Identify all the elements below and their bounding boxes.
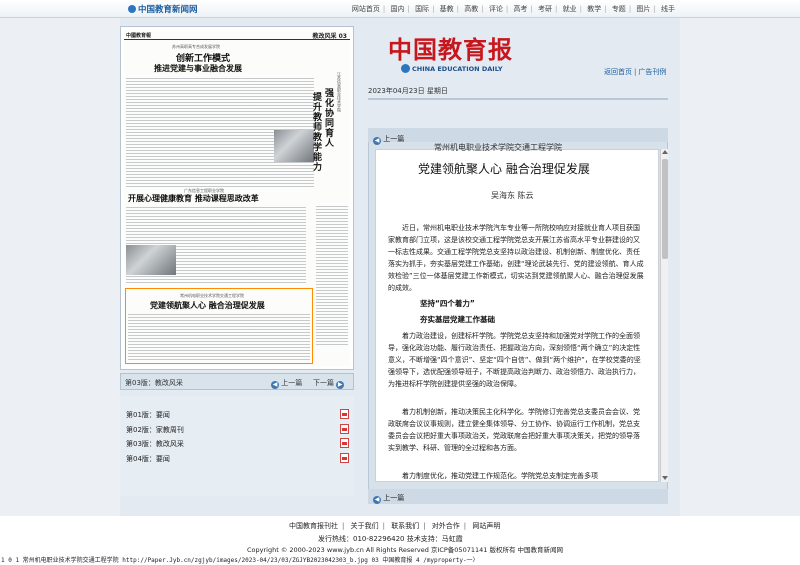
scroll-down-icon[interactable] — [662, 476, 668, 480]
header-links: 返回首页 | 广告刊例 — [604, 67, 666, 77]
site-logo-icon — [128, 5, 136, 13]
paper-vertical-kicker: 江苏信息职业技术学院 — [337, 72, 342, 112]
article-paragraph-4: 着力制度优化，推动党建工作规范化。学院党总支制定完善多项 — [402, 472, 598, 480]
prev-article-label-top: 上一篇 — [383, 135, 405, 143]
top-nav-menu: 网站首页 | 国内 | 国际 | 基教 | 高教 | 评论 | 高考 | 考研 | 就业 | 教学… — [351, 5, 675, 13]
footer-links: 中国教育报刊社 | 关于我们 | 联系我们 | 对外合作 | 网站声明 — [289, 522, 501, 530]
footer-link-statement[interactable]: 网站声明 — [472, 522, 500, 530]
masthead-english-text: CHINA EDUCATION DAILY — [412, 65, 503, 73]
paper-article3-title[interactable]: 党建领航聚人心 融合治理促发展 — [150, 300, 265, 311]
article-author: 吴海东 陈云 — [491, 191, 534, 200]
paper-photo-2 — [126, 245, 176, 275]
paper-article3-kicker: 常州机电职业技术学院交通工程学院 — [180, 293, 244, 298]
article-subheading-2: 夯实基层党建工作基础 — [420, 315, 495, 324]
footer-link-cooperation[interactable]: 对外合作 — [432, 522, 460, 530]
prev-article-label-bottom: 上一篇 — [383, 494, 405, 502]
arrow-left-icon: ◀ — [373, 496, 381, 504]
nav-item-pictures[interactable]: 图片 — [636, 5, 650, 13]
page-list-item-2[interactable]: 第02版：家教周刊 — [126, 425, 184, 435]
paper-header: 中國教育報 教改风采 03 — [124, 30, 350, 40]
current-page-label[interactable]: 第03版：教改风采 — [125, 378, 183, 388]
newspaper-page: 中國教育報 教改风采 03 苏州高职高专合成发展学院 创新工作模式 推进党建与事… — [124, 30, 350, 366]
next-page-button[interactable]: 下一篇 ▶ — [313, 378, 345, 389]
nav-item-commentary[interactable]: 评论 — [489, 5, 503, 13]
footer: 中国教育报刊社 | 关于我们 | 联系我们 | 对外合作 | 网站声明 发行热线：010… — [0, 516, 800, 554]
paper-header-section: 教改风采 03 — [312, 33, 347, 40]
footer-contact: 发行热线：010-82296420 技术支持：马虹霞 — [318, 535, 463, 543]
page-list-item-3[interactable]: 第03版：教改风采 — [126, 439, 184, 449]
paper-vertical-body — [316, 206, 348, 346]
article-paragraph-3: 着力机制创新，推动决策民主化科学化。学院修订完善党总支委员会会议、党政联席会议议… — [388, 408, 640, 452]
nav-item-home[interactable]: 网站首页 — [352, 5, 380, 13]
site-logo[interactable]: 中国教育新闻网 — [128, 3, 198, 15]
paper-header-masthead: 中國教育報 — [126, 33, 152, 39]
nav-item-international[interactable]: 国际 — [415, 5, 429, 13]
prev-page-label: 上一篇 — [281, 379, 303, 387]
arrow-right-icon: ▶ — [336, 381, 345, 389]
site-name: 中国教育新闻网 — [138, 5, 198, 15]
footer-copyright: Copyright © 2000-2023 www.jyb.cn All Rig… — [247, 546, 564, 554]
article-paragraph-2: 着力政治建设，创建标杆学院。学院党总支坚持和加强党对学院工作的全面领导，强化政治… — [388, 332, 641, 388]
article-bottom-bar — [368, 489, 668, 504]
page-list-item-1[interactable]: 第01版：要闻 — [126, 410, 170, 420]
article-title: 党建领航聚人心 融合治理促发展 — [418, 162, 590, 176]
pdf-icon[interactable] — [340, 409, 349, 419]
nav-item-hotline[interactable]: 线手 — [661, 5, 675, 13]
nav-item-kaoyan[interactable]: 考研 — [538, 5, 552, 13]
nav-item-domestic[interactable]: 国内 — [390, 5, 404, 13]
next-page-label: 下一篇 — [313, 379, 334, 387]
page-list: 第01版：要闻 第02版：家教周刊 第03版：教改风采 第04版：要闻 — [120, 396, 354, 496]
paper-photo-1 — [274, 130, 314, 162]
article-subheading-1: 坚持“四个着力” — [420, 299, 475, 308]
article-paragraph-1: 近日，常州机电职业技术学院汽车专业等一所院校响应对接就业育人项目获国家教育部门立… — [388, 224, 644, 292]
nav-item-teaching[interactable]: 教学 — [587, 5, 601, 13]
page-navigation-bar: 第03版：教改风采 ◀ 上一篇 下一篇 ▶ — [120, 373, 354, 390]
masthead-logo[interactable]: 中国教育报 — [388, 30, 513, 65]
arrow-left-icon: ◀ — [271, 381, 279, 389]
prev-article-button-bottom[interactable]: ◀ 上一篇 — [373, 493, 404, 504]
nav-item-employment[interactable]: 就业 — [563, 5, 577, 13]
footer-link-publisher[interactable]: 中国教育报刊社 — [289, 522, 338, 530]
arrow-left-icon: ◀ — [373, 137, 381, 145]
article-kicker: 常州机电职业技术学院交通工程学院 — [434, 143, 562, 152]
footer-link-about[interactable]: 关于我们 — [351, 522, 379, 530]
globe-icon — [401, 64, 410, 73]
nav-item-basic-education[interactable]: 基教 — [440, 5, 454, 13]
nav-item-higher-education[interactable]: 高教 — [464, 5, 478, 13]
paper-article3-body — [128, 314, 310, 362]
paper-vertical-title2[interactable]: 提升教师教学能力 — [310, 92, 323, 172]
browser-status-bar: 1 0 1 常州机电职业技术学院交通工程学院 http://Paper.Jyb.… — [0, 555, 800, 565]
paper-article1-kicker: 苏州高职高专合成发展学院 — [172, 44, 220, 49]
pdf-icon[interactable] — [340, 453, 349, 463]
pdf-icon[interactable] — [340, 424, 349, 434]
footer-link-contact[interactable]: 联系我们 — [391, 522, 419, 530]
prev-article-button-top[interactable]: ◀ 上一篇 — [373, 134, 404, 145]
scrollbar-thumb[interactable] — [662, 159, 668, 259]
article-scrollbar[interactable] — [660, 149, 668, 482]
ad-rates-link[interactable]: 广告刊例 — [638, 68, 666, 76]
scroll-up-icon[interactable] — [662, 150, 668, 154]
nav-item-gaokao[interactable]: 高考 — [513, 5, 527, 13]
newspaper-page-thumbnail[interactable]: 中國教育報 教改风采 03 苏州高职高专合成发展学院 创新工作模式 推进党建与事… — [120, 26, 354, 370]
nav-item-topics[interactable]: 专题 — [612, 5, 626, 13]
article-top-bar — [368, 128, 668, 142]
prev-page-button[interactable]: ◀ 上一篇 — [271, 378, 302, 389]
back-home-link[interactable]: 返回首页 — [604, 68, 632, 76]
paper-vertical-title1[interactable]: 强化协同育人 — [322, 88, 335, 148]
header-divider — [368, 98, 668, 100]
issue-date: 2023年04月23日 星期日 — [368, 87, 448, 95]
header-links-separator: | — [634, 68, 637, 76]
masthead-english: CHINA EDUCATION DAILY — [401, 64, 503, 73]
page-list-item-4[interactable]: 第04版：要闻 — [126, 454, 170, 464]
paper-article2-title[interactable]: 开展心理健康教育 推动课程思政改革 — [128, 193, 259, 204]
pdf-icon[interactable] — [340, 438, 349, 448]
top-navigation-bar: 中国教育新闻网 网站首页 | 国内 | 国际 | 基教 | 高教 | 评论 | 高考 | 考研… — [0, 0, 800, 18]
paper-article1-subtitle[interactable]: 推进党建与事业融合发展 — [154, 63, 242, 74]
